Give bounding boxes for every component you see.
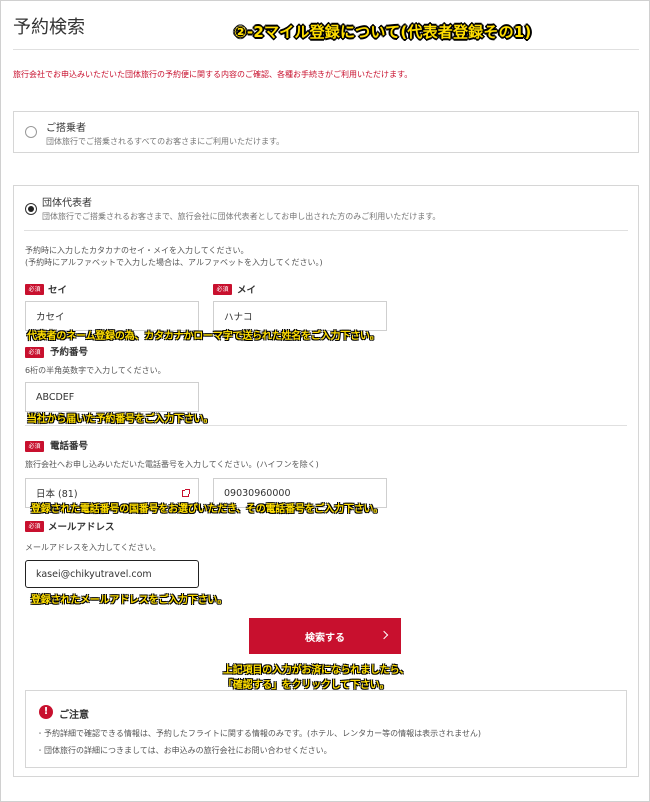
sei-label: セイ: [48, 285, 68, 296]
phone-help: 旅行会社へお申し込みいただいた電話番号を入力してください。(ハイフンを除く): [25, 460, 319, 469]
guide-banner: ②-2マイル登録について(代表者登録その1): [234, 23, 532, 41]
chevron-right-icon: [379, 630, 389, 640]
required-badge: 必須: [213, 284, 232, 295]
email-help: メールアドレスを入力してください。: [25, 543, 161, 552]
note-search-1: 上記項目の入力がお済になられましたら、: [223, 665, 410, 676]
exclamation-icon: !: [39, 705, 53, 719]
search-button-label: 検索する: [305, 632, 345, 644]
note-search-2: 「確認する」をクリックして下さい。: [223, 680, 390, 691]
booking-input[interactable]: ABCDEF: [25, 382, 199, 412]
mei-label: メイ: [237, 285, 257, 296]
caution-title: ご注意: [59, 710, 89, 721]
email-value: kasei@chikyutravel.com: [36, 568, 152, 580]
required-badge: 必須: [25, 441, 44, 452]
option-passenger[interactable]: ご搭乗者 団体旅行でご搭乗されるすべてのお客さまにご利用いただけます。: [13, 111, 639, 153]
note-name: 代表者のネーム登録の為、カタカナかローマ字で送られた姓名をご入力下さい。: [27, 331, 380, 342]
name-help-1: 予約時に入力したカタカナのセイ・メイを入力してください。: [25, 246, 249, 255]
email-label: メールアドレス: [48, 522, 115, 533]
caution-box: ! ご注意 予約詳細で確認できる情報は、予約したフライトに関する情報のみです。(…: [25, 690, 627, 768]
booking-value: ABCDEF: [36, 391, 75, 403]
intro-text: 旅行会社でお申込みいただいた団体旅行の予約便に関する内容のご確認、各種お手続きが…: [13, 70, 413, 79]
section-divider: [25, 425, 627, 426]
phone-value: 09030960000: [224, 487, 291, 499]
option-divider: [24, 230, 628, 231]
external-link-icon: [182, 489, 190, 497]
title-divider: [13, 49, 639, 50]
name-help-2: (予約時にアルファベットで入力した場合は、アルファベットを入力してください。): [25, 258, 323, 267]
phone-label: 電話番号: [50, 441, 89, 452]
page-title: 予約検索: [13, 17, 85, 38]
sei-value: カセイ: [36, 312, 65, 323]
note-booking: 当社から届いた予約番号をご入力下さい。: [27, 414, 214, 425]
mei-value: ハナコ: [224, 312, 253, 323]
option-representative-title: 団体代表者: [42, 198, 92, 209]
note-phone: 登録された電話番号の国番号をお選びいただき、その電話番号をご入力下さい。: [31, 504, 384, 515]
required-badge: 必須: [25, 284, 44, 295]
page-frame: 予約検索 ②-2マイル登録について(代表者登録その1) 旅行会社でお申込みいただ…: [0, 0, 650, 802]
caution-item: 予約詳細で確認できる情報は、予約したフライトに関する情報のみです。(ホテル、レン…: [36, 728, 481, 739]
radio-representative[interactable]: [25, 203, 37, 215]
country-value: 日本 (81): [36, 489, 78, 500]
caution-item: 団体旅行の詳細につきましては、お申込みの旅行会社にお問い合わせください。: [36, 745, 332, 756]
note-email: 登録されたメールアドレスをご入力下さい。: [31, 595, 227, 606]
option-passenger-title: ご搭乗者: [46, 123, 86, 134]
email-input[interactable]: kasei@chikyutravel.com: [25, 560, 199, 588]
booking-help: 6桁の半角英数字で入力してください。: [25, 366, 166, 375]
required-badge: 必須: [25, 521, 44, 532]
booking-label: 予約番号: [50, 347, 89, 358]
option-representative-desc: 団体旅行でご搭乗されるお客さまで、旅行会社に団体代表者としてお申し出された方のみ…: [42, 212, 441, 221]
search-button[interactable]: 検索する: [249, 618, 401, 654]
option-passenger-desc: 団体旅行でご搭乗されるすべてのお客さまにご利用いただけます。: [46, 137, 285, 146]
radio-passenger[interactable]: [25, 126, 37, 138]
required-badge: 必須: [25, 347, 44, 358]
